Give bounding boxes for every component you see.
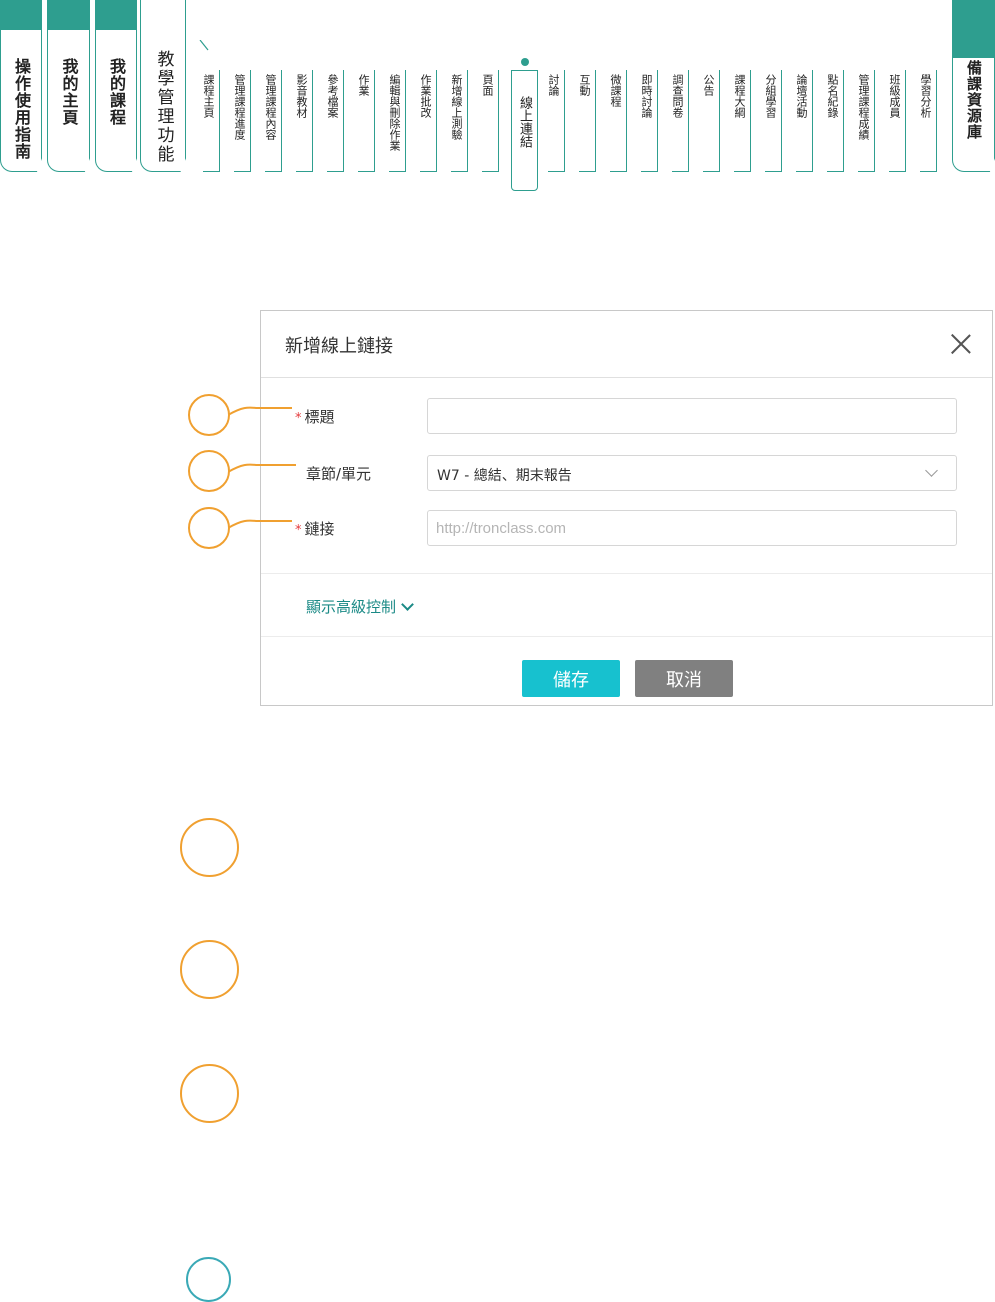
sub-tab-5[interactable]: 參考檔案 bbox=[326, 70, 344, 172]
sub-tab-label: 即時討論 bbox=[640, 74, 653, 118]
sub-tab-20[interactable]: 論壇活動 bbox=[795, 70, 813, 172]
sub-tab-label: 分組學習 bbox=[764, 74, 777, 118]
tab-resource-library[interactable]: 備課資源庫 bbox=[952, 0, 995, 172]
sub-tab-22[interactable]: 管理課程成績 bbox=[857, 70, 875, 172]
sub-tab-label: 管理課程成績 bbox=[857, 74, 870, 140]
sub-tab-label: 線上連結 bbox=[517, 96, 532, 148]
active-tab-indicator bbox=[521, 58, 529, 66]
callout-circle-legend-1 bbox=[180, 818, 239, 877]
dialog-title: 新增線上鏈接 bbox=[285, 336, 393, 357]
section-connector bbox=[199, 40, 209, 51]
tab-my-home[interactable]: 我的主頁 bbox=[47, 0, 90, 172]
sub-tab-24[interactable]: 學習分析 bbox=[919, 70, 937, 172]
sub-tab-21[interactable]: 點名紀錄 bbox=[826, 70, 844, 172]
sub-tab-14[interactable]: 微課程 bbox=[609, 70, 627, 172]
tab-my-courses-label: 我的課程 bbox=[107, 58, 126, 126]
callout-line-3 bbox=[228, 519, 292, 529]
sub-tab-23[interactable]: 班級成員 bbox=[888, 70, 906, 172]
sub-tab-8[interactable]: 作業批改 bbox=[419, 70, 437, 172]
sub-tab-label: 編輯與刪除作業 bbox=[388, 74, 401, 151]
sub-tab-6[interactable]: 作業 bbox=[357, 70, 375, 172]
callout-circle-legend-3 bbox=[180, 1064, 239, 1123]
cancel-button[interactable]: 取消 bbox=[635, 660, 733, 697]
callout-circle-teal bbox=[186, 1257, 231, 1302]
sub-tab-label: 調查問卷 bbox=[671, 74, 684, 118]
sub-tab-16[interactable]: 調查問卷 bbox=[671, 70, 689, 172]
tab-my-courses[interactable]: 我的課程 bbox=[95, 0, 137, 172]
sub-tab-label: 影音教材 bbox=[295, 74, 308, 118]
sub-tab-4[interactable]: 影音教材 bbox=[295, 70, 313, 172]
sub-tab-label: 微課程 bbox=[609, 74, 622, 107]
dialog-header: 新增線上鏈接 bbox=[261, 311, 992, 378]
sub-tab-10[interactable]: 頁面 bbox=[481, 70, 499, 172]
sub-tab-18[interactable]: 課程大綱 bbox=[733, 70, 751, 172]
sub-tab-1[interactable]: 課程主頁 bbox=[202, 70, 220, 172]
sub-tab-label: 論壇活動 bbox=[795, 74, 808, 118]
callout-circle-1 bbox=[188, 394, 230, 436]
sub-tab-19[interactable]: 分組學習 bbox=[764, 70, 782, 172]
sub-tab-label: 公告 bbox=[702, 74, 715, 96]
title-input[interactable] bbox=[427, 398, 957, 434]
sub-tab-9[interactable]: 新增線上測驗 bbox=[450, 70, 468, 172]
sub-tab-label: 管理課程內容 bbox=[264, 74, 277, 140]
chapter-select[interactable]: W7 - 總結、期末報告 bbox=[427, 455, 957, 491]
sub-tab-label: 頁面 bbox=[481, 74, 494, 96]
title-field-label: * 標題 bbox=[295, 408, 335, 426]
tab-my-home-label: 我的主頁 bbox=[59, 58, 79, 126]
chevron-down-icon bbox=[401, 598, 414, 611]
sub-tab-17[interactable]: 公告 bbox=[702, 70, 720, 172]
sub-tab-label: 新增線上測驗 bbox=[450, 74, 463, 140]
required-mark: * bbox=[295, 523, 302, 538]
link-field-row: * 鏈接 bbox=[261, 508, 992, 548]
show-advanced-toggle[interactable]: 顯示高級控制 bbox=[306, 596, 414, 617]
sub-tab-label: 討論 bbox=[547, 74, 560, 96]
callout-line-2 bbox=[228, 463, 296, 473]
sub-tab-label: 課程主頁 bbox=[202, 74, 215, 118]
callout-circle-2 bbox=[188, 450, 230, 492]
sub-tab-label: 學習分析 bbox=[919, 74, 932, 118]
advanced-section: 顯示高級控制 bbox=[261, 573, 992, 637]
tab-user-guide[interactable]: 操作使用指南 bbox=[0, 0, 42, 172]
sub-tab-7[interactable]: 編輯與刪除作業 bbox=[388, 70, 406, 172]
sub-tab-3[interactable]: 管理課程內容 bbox=[264, 70, 282, 172]
sub-tab-13[interactable]: 互動 bbox=[578, 70, 596, 172]
sub-tab-label: 參考檔案 bbox=[326, 74, 339, 118]
close-icon[interactable] bbox=[950, 333, 972, 355]
chevron-down-icon bbox=[925, 464, 938, 477]
sub-tab-label: 作業批改 bbox=[419, 74, 432, 118]
tab-user-guide-label: 操作使用指南 bbox=[12, 58, 31, 160]
sub-tab-label: 互動 bbox=[578, 74, 591, 96]
sub-tab-label: 管理課程進度 bbox=[233, 74, 246, 140]
sub-tab-12[interactable]: 討論 bbox=[547, 70, 565, 172]
sub-tab-11[interactable]: 線上連結 bbox=[511, 70, 538, 191]
sub-tab-label: 作業 bbox=[357, 74, 370, 96]
chapter-select-value: W7 - 總結、期末報告 bbox=[437, 468, 572, 484]
link-field-label: * 鏈接 bbox=[295, 520, 335, 538]
chapter-field-row: 章節/單元 W7 - 總結、期末報告 bbox=[261, 453, 992, 493]
callout-circle-3 bbox=[188, 507, 230, 549]
tab-teaching-management[interactable]: 教學管理功能 bbox=[140, 0, 186, 172]
top-tab-bar: 操作使用指南 我的主頁 我的課程 教學管理功能 課程主頁 管理課程進度 管理課程內容… bbox=[0, 0, 995, 195]
add-online-link-dialog: 新增線上鏈接 *標題 章節/單元 W7 - 總結、期末報告 *鏈接 顯示高級控制… bbox=[260, 310, 993, 706]
sub-tab-label: 點名紀錄 bbox=[826, 74, 839, 118]
link-input[interactable] bbox=[427, 510, 957, 546]
required-mark: * bbox=[295, 411, 302, 426]
sub-tab-label: 班級成員 bbox=[888, 74, 901, 118]
tab-resource-library-label: 備課資源庫 bbox=[965, 60, 983, 140]
sub-tab-2[interactable]: 管理課程進度 bbox=[233, 70, 251, 172]
tab-teaching-management-label: 教學管理功能 bbox=[153, 50, 174, 164]
callout-line-1 bbox=[228, 406, 292, 416]
title-field-row: * 標題 bbox=[261, 396, 992, 436]
sub-tab-label: 課程大綱 bbox=[733, 74, 746, 118]
callout-circle-legend-2 bbox=[180, 940, 239, 999]
sub-tab-15[interactable]: 即時討論 bbox=[640, 70, 658, 172]
save-button[interactable]: 儲存 bbox=[522, 660, 620, 697]
chapter-field-label: 章節/單元 bbox=[306, 465, 372, 483]
